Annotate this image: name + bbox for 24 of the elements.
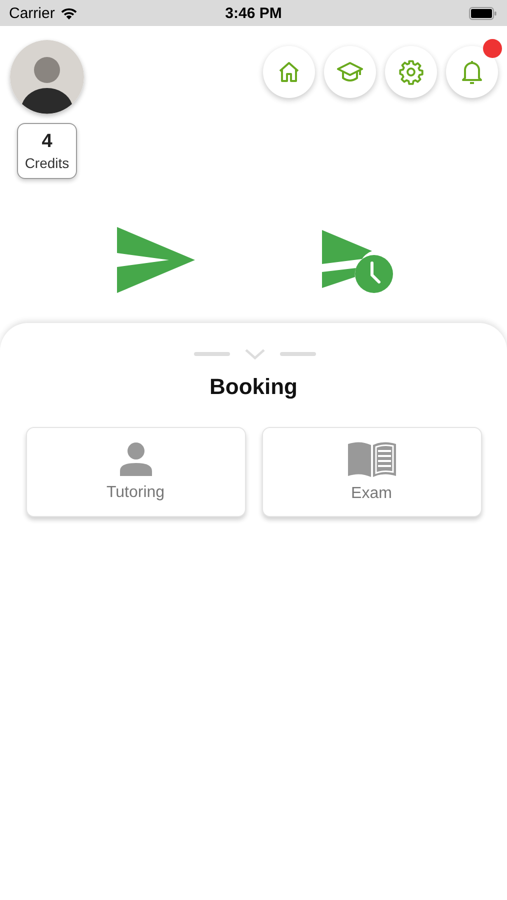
credits-label: Credits (24, 155, 70, 171)
settings-icon (398, 59, 424, 85)
home-icon (277, 60, 301, 84)
home-button[interactable] (263, 46, 315, 98)
exam-option[interactable]: Exam (262, 427, 482, 517)
education-button[interactable] (324, 46, 376, 98)
avatar[interactable] (10, 40, 84, 114)
credits-card[interactable]: 4 Credits (17, 123, 77, 179)
sheet-title: Booking (210, 374, 298, 400)
wifi-icon (60, 6, 78, 20)
clock-time: 3:46 PM (225, 4, 282, 22)
settings-button[interactable] (385, 46, 437, 98)
credits-count: 4 (42, 131, 52, 153)
scheduled-send-icon[interactable] (322, 227, 394, 295)
graduation-cap-icon (337, 60, 363, 84)
sheet-handle-icon[interactable] (194, 348, 316, 360)
battery-icon (469, 6, 497, 20)
open-book-icon (348, 441, 396, 477)
notifications-button[interactable] (446, 46, 498, 98)
tutoring-option[interactable]: Tutoring (26, 427, 246, 517)
carrier-name: Carrier (9, 4, 55, 22)
send-icon[interactable] (117, 227, 196, 293)
bell-icon (460, 59, 484, 85)
person-icon (118, 442, 154, 476)
